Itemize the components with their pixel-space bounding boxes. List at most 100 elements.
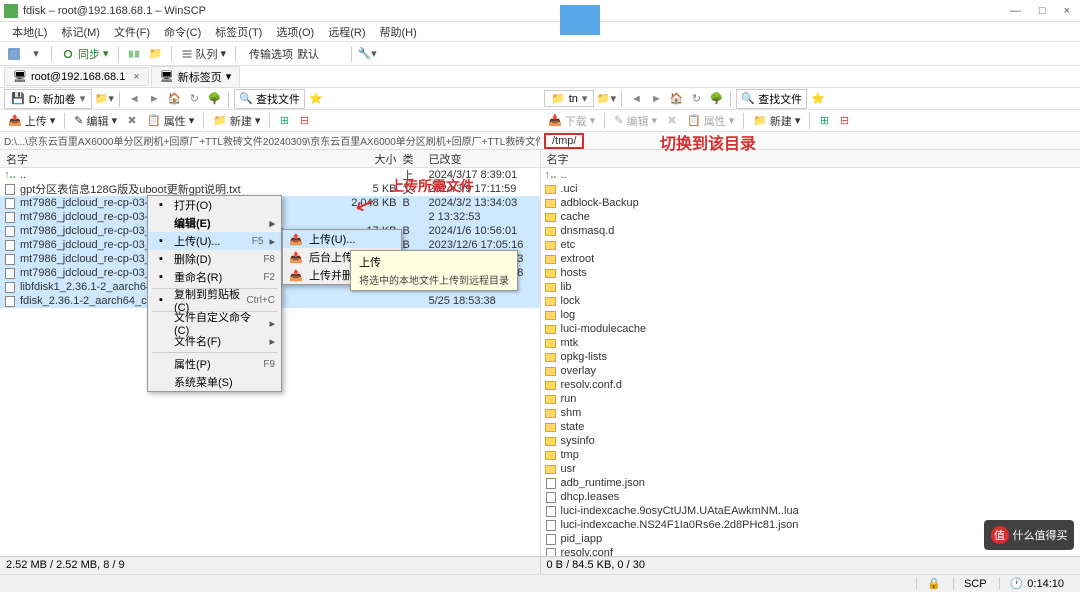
file-row[interactable]: log [541, 308, 1080, 322]
dropdown-icon[interactable]: 📁▾ [94, 89, 114, 109]
left-path[interactable]: D:\...\京东云百里AX6000单分区刷机+回原厂+TTL救砖文件20240… [0, 132, 540, 150]
file-row[interactable]: run [541, 392, 1080, 406]
sync-button[interactable]: 同步 ▾ [57, 46, 113, 62]
right-drive-select[interactable]: 📁 tn ▾ [544, 90, 594, 107]
file-row[interactable]: resolv.conf.d [541, 378, 1080, 392]
column-headers[interactable]: 名字 [541, 150, 1080, 168]
menu-help[interactable]: 帮助(H) [374, 22, 423, 42]
upload-button[interactable]: 📤 上传 ▾ [4, 112, 59, 130]
file-row[interactable]: state [541, 420, 1080, 434]
delete-icon[interactable]: ✖ [663, 112, 681, 130]
file-row[interactable]: tmp [541, 448, 1080, 462]
address-book-icon[interactable] [4, 44, 24, 64]
minus-icon[interactable]: ⊟ [295, 112, 313, 130]
refresh-icon[interactable]: ↻ [185, 90, 203, 108]
transfer-settings[interactable]: 传输选项 默认 [249, 46, 319, 62]
maximize-button[interactable]: □ [1039, 5, 1046, 17]
file-row[interactable]: adb_runtime.json [541, 476, 1080, 490]
minus-icon[interactable]: ⊟ [835, 112, 853, 130]
menu-tabs[interactable]: 标签页(T) [209, 22, 268, 42]
menu-remote[interactable]: 远程(R) [322, 22, 371, 42]
plus-icon[interactable]: ⊞ [275, 112, 293, 130]
tab-session[interactable]: 🖥 root@192.168.68.1 × [4, 67, 149, 86]
file-name: etc [561, 239, 1080, 251]
menu-item[interactable]: 📤 上传(U)... [283, 230, 401, 248]
tree-icon[interactable]: 🌳 [205, 90, 223, 108]
file-row[interactable]: mtk [541, 336, 1080, 350]
download-button[interactable]: 📥 下载 ▾ [544, 112, 599, 130]
left-drive-select[interactable]: 💾 D: 新加卷 ▾ [4, 89, 92, 109]
file-row[interactable]: cache [541, 210, 1080, 224]
file-row[interactable]: lock [541, 294, 1080, 308]
refresh-icon[interactable]: ↻ [687, 90, 705, 108]
forward-icon[interactable]: ► [145, 90, 163, 108]
edit-button[interactable]: ✎ 编辑 ▾ [610, 112, 661, 130]
menu-mark[interactable]: 标记(M) [55, 22, 106, 42]
file-row[interactable]: lib [541, 280, 1080, 294]
file-row[interactable]: etc [541, 238, 1080, 252]
back-icon[interactable]: ◄ [627, 90, 645, 108]
menu-options[interactable]: 选项(O) [270, 22, 320, 42]
dropdown-icon[interactable]: 📁▾ [596, 89, 616, 109]
dropdown-icon[interactable]: ▾ [26, 44, 46, 64]
right-actions: 📥 下载 ▾ ✎ 编辑 ▾ ✖ 📋 属性 ▾ 📁 新建 ▾ ⊞ ⊟ [540, 110, 1080, 131]
column-headers[interactable]: 名字 大小 类 已改变 [0, 150, 540, 168]
menu-item[interactable]: 文件名(F) ▸ [148, 332, 281, 350]
menu-item[interactable]: 文件自定义命令(C) ▸ [148, 314, 281, 332]
file-row[interactable]: opkg-lists [541, 350, 1080, 364]
menu-item[interactable]: 属性(P) F9 [148, 355, 281, 373]
menu-file[interactable]: 文件(F) [108, 22, 156, 42]
queue-button[interactable]: 队列 ▾ [177, 45, 231, 63]
menu-item[interactable]: ▪ 复制到剪贴板(C) Ctrl+C [148, 291, 281, 309]
delete-icon[interactable]: ✖ [123, 112, 141, 130]
file-row[interactable]: luci-indexcache.9osyCtUJM.UAtaEAwkmNM..l… [541, 504, 1080, 518]
menu-command[interactable]: 命令(C) [158, 22, 207, 42]
tree-icon[interactable]: 🌳 [707, 90, 725, 108]
file-row[interactable]: hosts [541, 266, 1080, 280]
file-row[interactable]: extroot [541, 252, 1080, 266]
right-file-list[interactable]: ↑.. .. .uci adblock-Backup cache dnsmasq… [541, 168, 1080, 556]
tab-new[interactable]: 🖥 新标签页 ▾ [151, 66, 241, 88]
new-button[interactable]: 📁 新建 ▾ [749, 112, 804, 130]
find-files-left[interactable]: 🔍 查找文件 [234, 89, 305, 109]
forward-icon[interactable]: ► [647, 90, 665, 108]
menu-item[interactable]: ▪ 删除(D) F8 [148, 250, 281, 268]
bookmark-icon[interactable]: ⭐ [307, 90, 325, 108]
file-row[interactable]: luci-modulecache [541, 322, 1080, 336]
bookmark-icon[interactable]: ⭐ [809, 90, 827, 108]
compare-icon[interactable] [124, 44, 144, 64]
tab-close-icon[interactable]: × [133, 71, 139, 83]
up-icon[interactable]: 🏠 [667, 90, 685, 108]
file-row[interactable]: .uci [541, 182, 1080, 196]
back-icon[interactable]: ◄ [125, 90, 143, 108]
new-button[interactable]: 📁 新建 ▾ [209, 112, 264, 130]
file-row[interactable]: shm [541, 406, 1080, 420]
menu-item[interactable]: 编辑(E) ▸ [148, 214, 281, 232]
file-row[interactable]: dnsmasq.d [541, 224, 1080, 238]
parent-dir-icon: ↑.. [544, 169, 558, 181]
file-row[interactable]: sysinfo [541, 434, 1080, 448]
props-button[interactable]: 📋 属性 ▾ [683, 112, 738, 130]
menu-item[interactable]: ▪ 打开(O) [148, 196, 281, 214]
props-button[interactable]: 📋 属性 ▾ [143, 112, 198, 130]
menu-item[interactable]: 系统菜单(S) [148, 373, 281, 391]
context-menu[interactable]: ▪ 打开(O) 编辑(E) ▸▪ 上传(U)... F5 ▸▪ 删除(D) F8… [147, 195, 282, 392]
edit-button[interactable]: ✎ 编辑 ▾ [70, 112, 121, 130]
settings-icon[interactable]: 🔧▾ [357, 44, 377, 64]
file-row[interactable]: usr [541, 462, 1080, 476]
file-row[interactable]: overlay [541, 364, 1080, 378]
up-icon[interactable]: 🏠 [165, 90, 183, 108]
file-row[interactable]: adblock-Backup [541, 196, 1080, 210]
find-files-right[interactable]: 🔍 查找文件 [736, 89, 807, 109]
minimize-button[interactable]: — [1010, 5, 1021, 17]
menu-item[interactable]: ▪ 上传(U)... F5 ▸ [148, 232, 281, 250]
right-path[interactable]: /tmp/ [540, 132, 1080, 150]
close-button[interactable]: × [1064, 5, 1070, 17]
file-row[interactable]: dhcp.leases [541, 490, 1080, 504]
sync-browse-icon[interactable]: 📁 [146, 44, 166, 64]
menu-local[interactable]: 本地(L) [6, 22, 53, 42]
file-row[interactable]: ↑.. .. [541, 168, 1080, 182]
file-name: mtk [561, 337, 1080, 349]
menu-item[interactable]: ▪ 重命名(R) F2 [148, 268, 281, 286]
plus-icon[interactable]: ⊞ [815, 112, 833, 130]
